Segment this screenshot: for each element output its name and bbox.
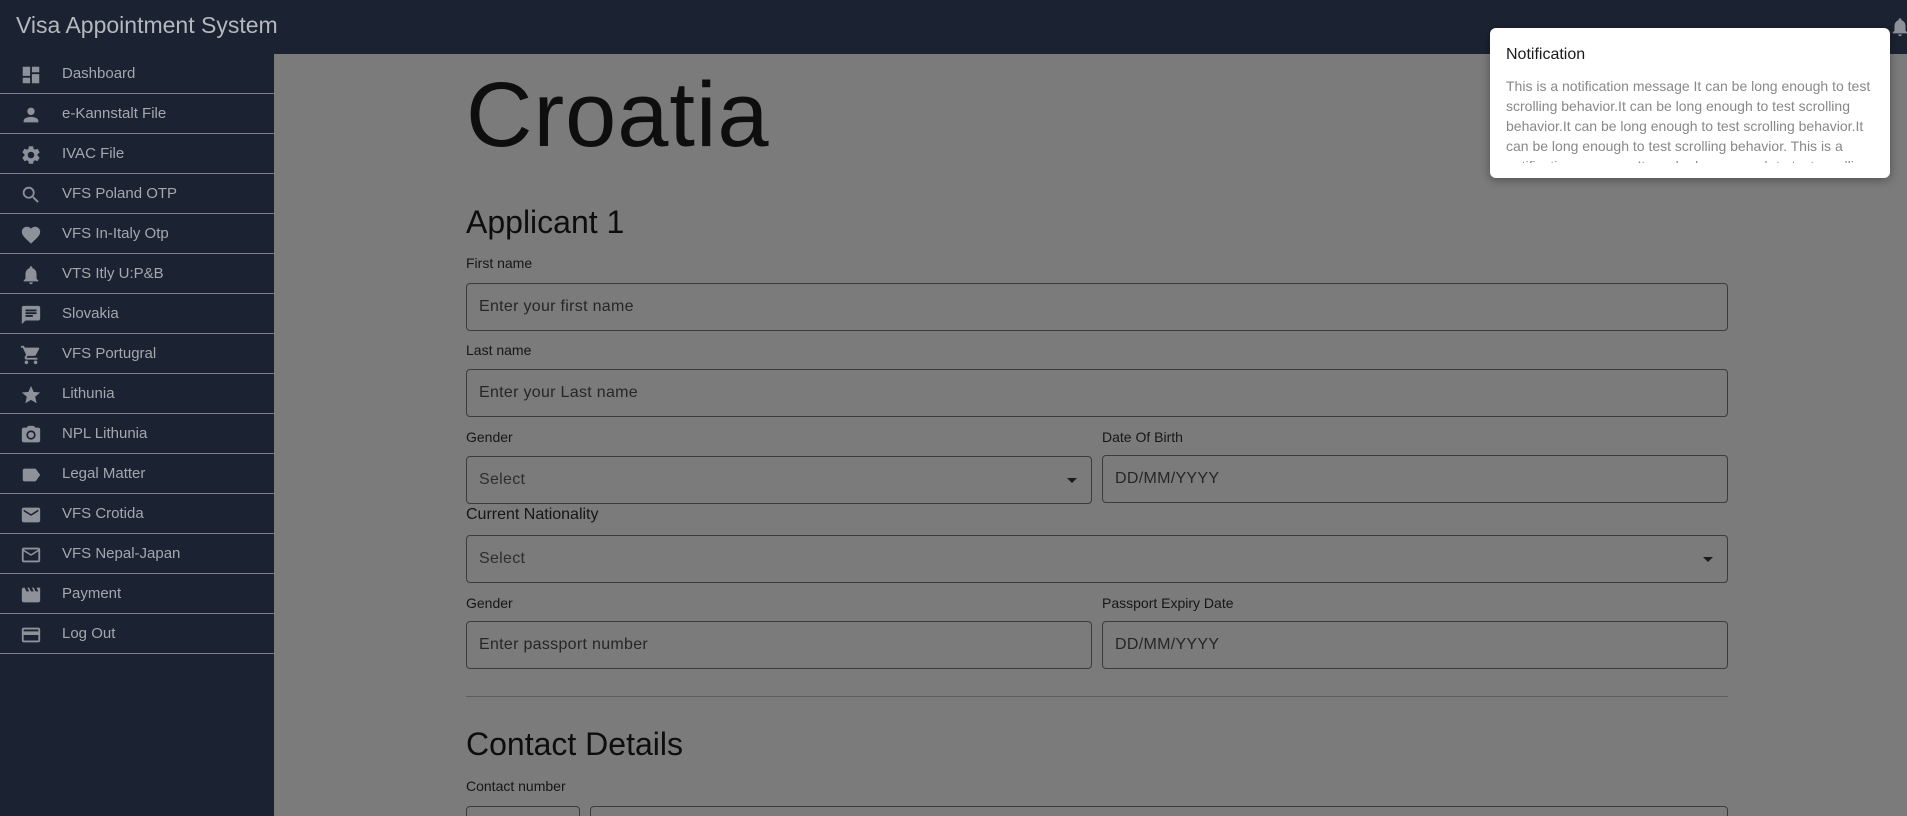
- chevron-down-icon: [1067, 478, 1077, 483]
- gender-select[interactable]: Select: [466, 456, 1092, 504]
- sidebar-item-payment[interactable]: Payment: [0, 574, 274, 614]
- contact-number-field[interactable]: [590, 806, 1728, 816]
- sidebar-item-vfs-crotida[interactable]: VFS Crotida: [0, 494, 274, 534]
- gender-value: Select: [479, 471, 526, 488]
- sidebar-item-legal-matter[interactable]: Legal Matter: [0, 454, 274, 494]
- sidebar-item-label: e-Kannstalt File: [62, 105, 167, 122]
- heart-icon: [20, 224, 42, 246]
- first-name-placeholder: Enter your first name: [479, 298, 634, 315]
- camera-icon: [20, 424, 42, 446]
- mail-icon: [20, 504, 42, 526]
- sidebar-item-label: Legal Matter: [62, 465, 146, 482]
- sidebar-item-label: IVAC File: [62, 145, 125, 162]
- dob-placeholder: DD/MM/YYYY: [1115, 470, 1220, 487]
- last-name-placeholder: Enter your Last name: [479, 384, 638, 401]
- label-icon: [20, 464, 42, 486]
- sidebar-item-npl-lithunia[interactable]: NPL Lithunia: [0, 414, 274, 454]
- nationality-value: Select: [479, 550, 526, 567]
- sidebar-item-ivac-file[interactable]: IVAC File: [0, 134, 274, 174]
- notification-popup[interactable]: Notification This is a notification mess…: [1490, 28, 1890, 178]
- star-icon: [20, 384, 42, 406]
- cart-icon: [20, 344, 42, 366]
- gear-icon: [20, 144, 42, 166]
- nationality-label: Current Nationality: [466, 506, 599, 523]
- sidebar-item-label: Log Out: [62, 625, 116, 642]
- sidebar-item-label: VFS In-Italy Otp: [62, 225, 169, 242]
- video-icon: [20, 584, 42, 606]
- sidebar-item-label: VFS Nepal-Japan: [62, 545, 181, 562]
- dob-field[interactable]: DD/MM/YYYY: [1102, 455, 1728, 503]
- passport-label: Gender: [466, 595, 513, 611]
- sidebar-item-vts-itly[interactable]: VTS Itly U:P&B: [0, 254, 274, 294]
- search-icon: [20, 184, 42, 206]
- passport-expiry-field[interactable]: DD/MM/YYYY: [1102, 621, 1728, 669]
- sidebar-item-label: VFS Crotida: [62, 505, 144, 522]
- sidebar-item-label: VTS Itly U:P&B: [62, 265, 164, 282]
- sidebar-item-label: Payment: [62, 585, 122, 602]
- passport-expiry-placeholder: DD/MM/YYYY: [1115, 636, 1220, 653]
- passport-placeholder: Enter passport number: [479, 636, 649, 653]
- page-title: Croatia: [466, 64, 770, 166]
- section-divider: [466, 696, 1728, 697]
- contact-number-label: Contact number: [466, 778, 566, 794]
- sidebar-item-lithunia[interactable]: Lithunia: [0, 374, 274, 414]
- sidebar-item-dashboard[interactable]: Dashboard: [0, 54, 274, 94]
- first-name-label: First name: [466, 255, 533, 271]
- sidebar-item-slovakia[interactable]: Slovakia: [0, 294, 274, 334]
- last-name-label: Last name: [466, 342, 532, 358]
- nationality-select[interactable]: Select: [466, 535, 1728, 583]
- country-code-field[interactable]: [466, 806, 580, 816]
- sidebar-item-vfs-nepal-japan[interactable]: VFS Nepal-Japan: [0, 534, 274, 574]
- person-icon: [20, 104, 42, 126]
- dashboard-icon: [20, 64, 42, 86]
- mail-outline-icon: [20, 544, 42, 566]
- bell-icon[interactable]: [1889, 15, 1907, 39]
- sidebar-item-e-kannstalt-file[interactable]: e-Kannstalt File: [0, 94, 274, 134]
- sidebar-item-label: Lithunia: [62, 385, 115, 402]
- passport-expiry-label: Passport Expiry Date: [1102, 595, 1234, 611]
- sidebar-item-label: Dashboard: [62, 65, 136, 82]
- notification-title: Notification: [1506, 46, 1586, 63]
- contact-heading: Contact Details: [466, 726, 683, 762]
- notification-message[interactable]: This is a notification message It can be…: [1506, 76, 1874, 163]
- chevron-down-icon: [1703, 557, 1713, 562]
- card-icon: [20, 624, 42, 646]
- sidebar-item-vfs-poland-otp[interactable]: VFS Poland OTP: [0, 174, 274, 214]
- first-name-field[interactable]: Enter your first name: [466, 283, 1728, 331]
- sidebar-item-label: VFS Portugral: [62, 345, 157, 362]
- applicant-heading: Applicant 1: [466, 204, 625, 240]
- passport-number-field[interactable]: Enter passport number: [466, 621, 1092, 669]
- bell-icon: [20, 264, 42, 286]
- dob-label: Date Of Birth: [1102, 429, 1183, 445]
- sidebar-item-label: VFS Poland OTP: [62, 185, 178, 202]
- last-name-field[interactable]: Enter your Last name: [466, 369, 1728, 417]
- gender-label: Gender: [466, 429, 513, 445]
- sidebar-item-vfs-in-italy-otp[interactable]: VFS In-Italy Otp: [0, 214, 274, 254]
- app-title: Visa Appointment System: [16, 12, 278, 38]
- sidebar-item-vfs-portugral[interactable]: VFS Portugral: [0, 334, 274, 374]
- sidebar: Dashboard e-Kannstalt File IVAC File VFS…: [0, 54, 274, 816]
- sidebar-item-label: NPL Lithunia: [62, 425, 148, 442]
- chat-icon: [20, 304, 42, 326]
- sidebar-item-label: Slovakia: [62, 305, 119, 322]
- sidebar-item-log-out[interactable]: Log Out: [0, 614, 274, 654]
